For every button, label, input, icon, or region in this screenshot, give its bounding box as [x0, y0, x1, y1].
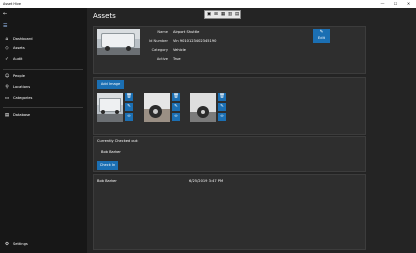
- edit-button-label: Edit: [318, 36, 325, 40]
- delete-image-1-button[interactable]: 🗑: [125, 93, 133, 101]
- close-icon[interactable]: ✕: [402, 0, 415, 8]
- sidebar-item-database[interactable]: ▤ Database: [0, 111, 87, 120]
- toolbar-columns-icon[interactable]: ▥: [227, 11, 233, 18]
- link-icon: ∞: [127, 114, 131, 119]
- sidebar-item-audit[interactable]: ✓ Audit: [0, 55, 87, 64]
- sidebar-item-assets[interactable]: ◇ Assets: [0, 44, 87, 53]
- person-icon: ☺: [4, 74, 10, 79]
- link-image-1-button[interactable]: ∞: [125, 113, 133, 121]
- location-pin-icon: ⚲: [5, 85, 9, 90]
- window-title: Asset Hive: [3, 2, 21, 6]
- page-title: Assets: [93, 12, 116, 20]
- sidebar-item-label: Audit: [13, 57, 23, 61]
- asset-images-panel: Add Image 🗑 ✎ ∞ 🗑 ✎ ∞ 🗑 ✎ ∞: [93, 77, 366, 135]
- category-value: Vehicle: [173, 48, 186, 52]
- toolbar-list-icon[interactable]: ▤: [234, 11, 240, 18]
- maximize-icon[interactable]: ☐: [389, 0, 402, 8]
- sidebar-item-locations[interactable]: ⚲ Locations: [0, 83, 87, 92]
- pencil-icon: ✎: [127, 104, 131, 109]
- edit-image-1-button[interactable]: ✎: [125, 103, 133, 111]
- link-icon: ∞: [174, 114, 178, 119]
- sidebar-item-label: People: [13, 74, 25, 78]
- sidebar-item-label: Database: [13, 113, 31, 117]
- hamburger-menu-icon[interactable]: ☰: [3, 23, 7, 29]
- folder-icon: ▭: [4, 96, 10, 101]
- toolbar-grid-icon[interactable]: ⊞: [213, 11, 219, 18]
- history-person: Bob Barker: [97, 179, 117, 183]
- asset-details-panel: Name Airport Shuttle Id Number Vin 90101…: [93, 26, 366, 74]
- sidebar-item-label: Settings: [13, 242, 28, 246]
- id-number-label: Id Number: [149, 39, 168, 43]
- sidebar-item-people[interactable]: ☺ People: [0, 72, 87, 81]
- category-label: Category: [151, 48, 168, 52]
- sidebar: ← ☰ ⌂ Dashboard ◇ Assets ✓ Audit ☺ Peopl…: [0, 8, 87, 253]
- pencil-icon: ✎: [220, 104, 224, 109]
- minimize-icon[interactable]: —: [376, 0, 389, 8]
- active-label: Active: [156, 57, 168, 61]
- checkout-panel: Currently Checked out: Bob Barker Check …: [93, 136, 366, 172]
- sidebar-item-categories[interactable]: ▭ Categories: [0, 94, 87, 103]
- add-image-button[interactable]: Add Image: [97, 80, 124, 89]
- toolbar-table-icon[interactable]: ▦: [220, 11, 226, 18]
- back-arrow-icon[interactable]: ←: [3, 11, 7, 17]
- name-label: Name: [157, 30, 168, 34]
- checkmark-icon: ✓: [5, 57, 9, 62]
- home-icon: ⌂: [5, 37, 9, 42]
- edit-asset-button[interactable]: ✎ Edit: [313, 29, 330, 43]
- asset-image-1: [97, 93, 123, 122]
- link-image-3-button[interactable]: ∞: [218, 113, 226, 121]
- sidebar-item-settings[interactable]: ⚙ Settings: [0, 240, 87, 249]
- asset-image-2: [144, 93, 170, 122]
- database-icon: ▤: [4, 113, 10, 118]
- asset-image-3: [190, 93, 216, 122]
- gear-icon: ⚙: [5, 242, 9, 247]
- main-content: Assets ▣ ⊞ ▦ ▥ ▤ Name Airport Shuttle Id…: [87, 8, 416, 253]
- checked-out-header: Currently Checked out:: [97, 139, 139, 143]
- trash-icon: 🗑: [219, 94, 225, 99]
- sidebar-divider: [3, 69, 83, 70]
- sidebar-item-label: Assets: [13, 46, 25, 50]
- delete-image-2-button[interactable]: 🗑: [172, 93, 180, 101]
- check-in-button[interactable]: Check In: [97, 161, 118, 170]
- sidebar-item-label: Locations: [13, 85, 31, 89]
- sidebar-item-dashboard[interactable]: ⌂ Dashboard: [0, 35, 87, 44]
- trash-icon: 🗑: [173, 94, 179, 99]
- title-bar: Asset Hive — ☐ ✕: [0, 0, 416, 8]
- link-image-2-button[interactable]: ∞: [172, 113, 180, 121]
- active-value: True: [173, 57, 181, 61]
- sidebar-divider: [3, 107, 83, 108]
- toolbar-select-icon[interactable]: ▣: [206, 11, 212, 18]
- trash-icon: 🗑: [126, 94, 132, 99]
- tag-icon: ◇: [5, 46, 9, 51]
- pencil-icon: ✎: [174, 104, 178, 109]
- checked-out-person: Bob Barker: [101, 150, 121, 154]
- history-date: 6/25/2019 3:47 PM: [189, 179, 224, 183]
- sidebar-item-label: Dashboard: [13, 37, 33, 41]
- link-icon: ∞: [220, 114, 224, 119]
- delete-image-3-button[interactable]: 🗑: [218, 93, 226, 101]
- checkout-history-panel: Bob Barker 6/25/2019 3:47 PM: [93, 174, 366, 250]
- floating-toolbar: ▣ ⊞ ▦ ▥ ▤: [204, 10, 241, 19]
- name-value: Airport Shuttle: [173, 30, 200, 34]
- id-number-value: Vin 9010123402345190: [173, 39, 217, 43]
- edit-image-2-button[interactable]: ✎: [172, 103, 180, 111]
- edit-image-3-button[interactable]: ✎: [218, 103, 226, 111]
- sidebar-item-label: Categories: [13, 96, 33, 100]
